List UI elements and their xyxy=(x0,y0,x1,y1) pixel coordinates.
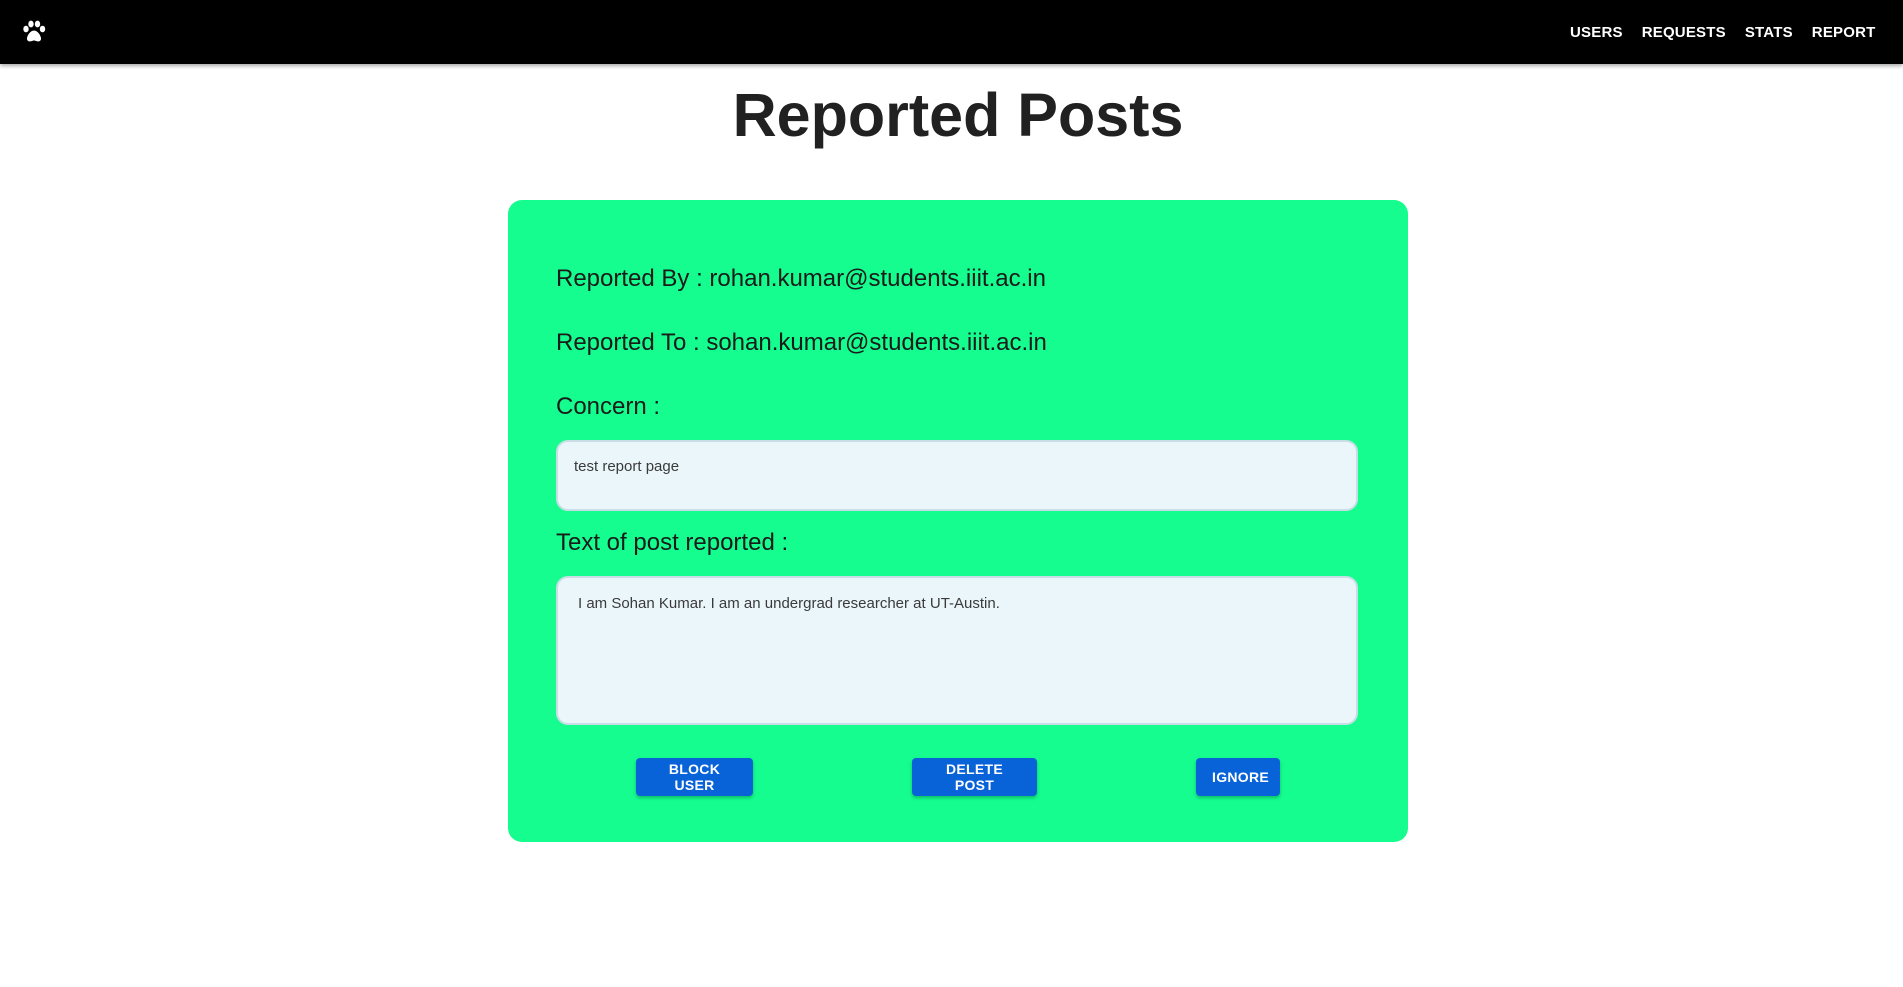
delete-post-button[interactable]: DELETE POST xyxy=(912,758,1037,796)
page-title: Reported Posts xyxy=(732,81,1184,149)
top-nav: USERS REQUESTS STATS REPORT xyxy=(1561,0,1885,64)
report-card: Reported By : rohan.kumar@students.iiit.… xyxy=(508,200,1408,842)
block-user-button[interactable]: BLOCK USER xyxy=(636,758,753,796)
nav-requests[interactable]: REQUESTS xyxy=(1632,16,1735,49)
post-text-label: Text of post reported : xyxy=(556,529,789,556)
paw-icon[interactable] xyxy=(21,20,47,44)
nav-users[interactable]: USERS xyxy=(1561,16,1633,49)
post-text-field[interactable]: I am Sohan Kumar. I am an undergrad rese… xyxy=(556,576,1358,725)
concern-label: Concern : xyxy=(556,393,661,420)
app-bar: USERS REQUESTS STATS REPORT xyxy=(0,0,1903,64)
concern-field[interactable]: test report page xyxy=(556,440,1358,511)
nav-stats[interactable]: STATS xyxy=(1735,16,1802,49)
ignore-button[interactable]: IGNORE xyxy=(1196,758,1280,796)
nav-report[interactable]: REPORT xyxy=(1802,16,1885,49)
reported-by-label: Reported By : rohan.kumar@students.iiit.… xyxy=(556,265,1046,292)
reported-to-label: Reported To : sohan.kumar@students.iiit.… xyxy=(556,329,1047,356)
